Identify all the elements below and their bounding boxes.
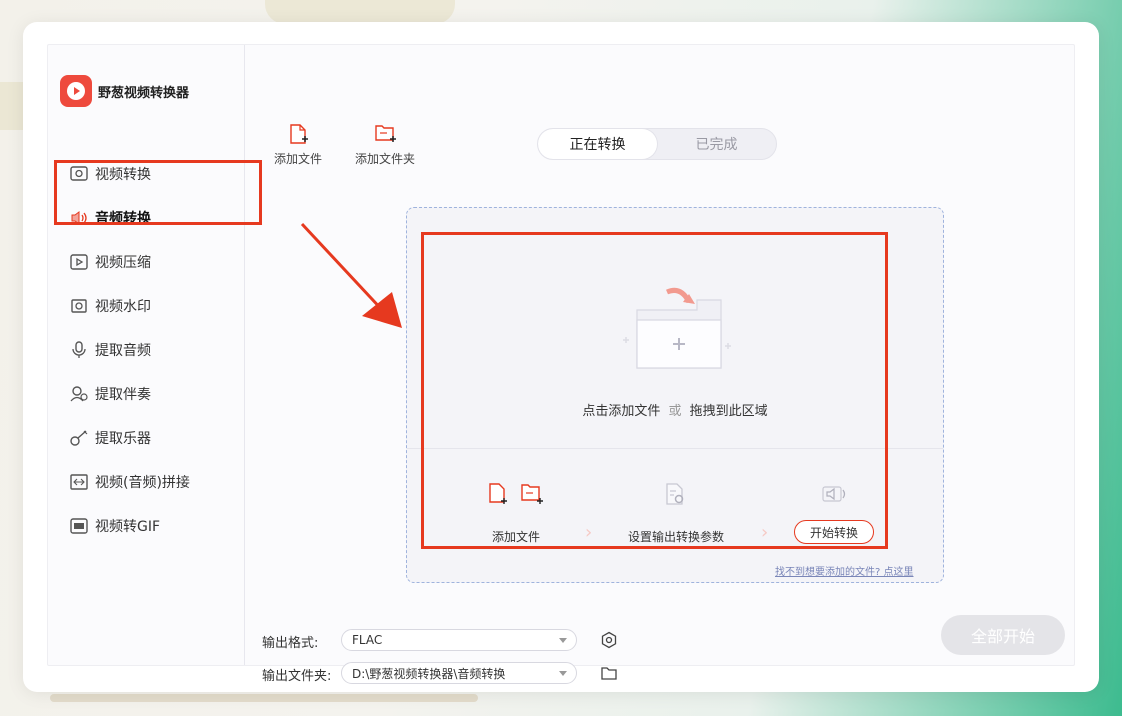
add-file-icon [290, 124, 308, 144]
chevron-down-icon [559, 671, 567, 676]
start-all-button[interactable]: 全部开始 [941, 615, 1065, 655]
tab-converting[interactable]: 正在转换 [538, 129, 657, 159]
add-file-button[interactable]: 添加文件 [274, 123, 322, 167]
output-folder-label: 输出文件夹: [262, 669, 332, 684]
format-settings-icon[interactable] [600, 631, 618, 649]
add-file-label: 添加文件 [274, 152, 323, 166]
output-folder-select[interactable]: D:\野葱视频转换器\音频转换 [341, 662, 577, 684]
extract-audio-icon [68, 339, 90, 361]
sidebar-item-watermark[interactable]: 视频水印 [68, 292, 151, 320]
sidebar-item-merge[interactable]: 视频(音频)拼接 [68, 468, 190, 496]
sidebar-item-extract-instrument[interactable]: 提取乐器 [68, 424, 151, 452]
annotation-highlight-sidebar [54, 160, 262, 225]
output-folder-value: D:\野葱视频转换器\音频转换 [352, 666, 506, 681]
background-shape [265, 0, 455, 24]
sidebar-item-label: 提取乐器 [95, 431, 151, 447]
merge-icon [68, 471, 90, 493]
gif-icon [68, 515, 90, 537]
chevron-down-icon [559, 638, 567, 643]
app-title: 野葱视频转换器 [98, 85, 190, 101]
folder-open-icon[interactable] [600, 665, 618, 681]
app-logo: 野葱视频转换器 [60, 75, 189, 107]
sidebar: 野葱视频转换器 视频转换 音频转换 视频压缩 视频水印 提取音频 提取伴奏 提取… [48, 45, 245, 665]
sidebar-item-extract-accompaniment[interactable]: 提取伴奏 [68, 380, 151, 408]
sidebar-item-video-to-gif[interactable]: 视频转GIF [68, 512, 160, 540]
sidebar-item-label: 提取伴奏 [95, 387, 151, 403]
sidebar-item-label: 视频压缩 [95, 255, 151, 271]
sidebar-item-extract-audio[interactable]: 提取音频 [68, 336, 151, 364]
add-folder-button[interactable]: 添加文件夹 [355, 123, 415, 167]
add-folder-icon [375, 125, 396, 142]
logo-play-icon [60, 75, 92, 107]
add-folder-label: 添加文件夹 [355, 152, 416, 166]
sidebar-item-label: 视频转GIF [95, 519, 161, 535]
sidebar-item-label: 视频(音频)拼接 [95, 475, 190, 491]
sidebar-item-video-compress[interactable]: 视频压缩 [68, 248, 151, 276]
video-compress-icon [68, 251, 90, 273]
annotation-highlight-dropzone [421, 232, 888, 549]
output-format-select[interactable]: FLAC [341, 629, 577, 651]
conversion-status-tabs: 正在转换 已完成 [537, 128, 777, 160]
annotation-arrow-icon [300, 222, 402, 328]
background-bar [50, 694, 478, 702]
sidebar-item-label: 提取音频 [95, 343, 151, 359]
watermark-icon [68, 295, 90, 317]
guitar-icon [68, 427, 90, 449]
tab-completed[interactable]: 已完成 [657, 129, 776, 159]
extract-accompaniment-icon [68, 383, 90, 405]
output-format-value: FLAC [352, 633, 383, 647]
output-format-label: 输出格式: [262, 636, 319, 651]
help-link[interactable]: 找不到想要添加的文件? 点这里 [775, 563, 914, 578]
sidebar-item-label: 视频水印 [95, 299, 151, 315]
